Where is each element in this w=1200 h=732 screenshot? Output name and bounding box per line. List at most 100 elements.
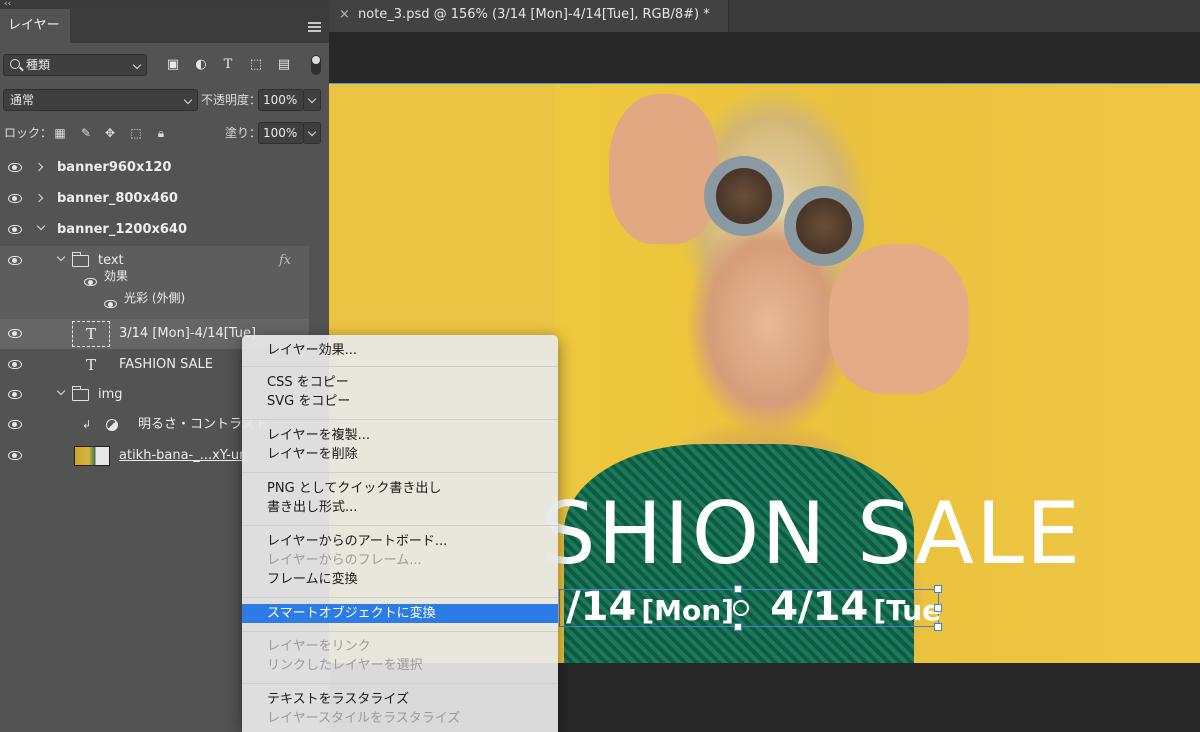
close-icon[interactable]: ×: [339, 0, 350, 30]
menu-item-layer-effects[interactable]: レイヤー効果...: [242, 341, 558, 360]
effects-eye-icon[interactable]: [84, 278, 97, 286]
layer-name: banner_1200x640: [57, 222, 188, 237]
text-layer-icon: T: [86, 356, 97, 374]
date-end: 4/14: [770, 584, 869, 630]
menu-item-convert-to-smart-object[interactable]: スマートオブジェクトに変換: [242, 604, 558, 623]
chevron-right-icon[interactable]: [34, 193, 44, 203]
visibility-eye-icon[interactable]: [8, 194, 22, 203]
visibility-eye-icon[interactable]: [8, 390, 22, 399]
folder-icon: [71, 386, 89, 401]
layer-name: banner_800x460: [57, 191, 178, 206]
visibility-eye-icon[interactable]: [8, 360, 22, 369]
date-start-day: [Mon]: [641, 594, 735, 627]
menu-item-select-linked-layers: リンクしたレイヤーを選択: [267, 658, 423, 673]
effect-eye-icon[interactable]: [104, 300, 117, 308]
menu-item-artboard-from-layers[interactable]: レイヤーからのアートボード...: [242, 532, 558, 551]
menu-separator: [242, 366, 558, 367]
transform-handle[interactable]: [734, 585, 742, 593]
chevron-down-icon[interactable]: [56, 386, 66, 396]
anchor-point-icon[interactable]: [733, 600, 749, 616]
lock-image-icon[interactable]: ✎: [79, 126, 93, 140]
menu-item-duplicate-layer[interactable]: レイヤーを複製...: [242, 426, 558, 445]
transform-handle[interactable]: [934, 623, 942, 631]
filter-kind-select[interactable]: 種類: [3, 54, 147, 76]
lock-label: ロック：: [4, 126, 53, 140]
date-start: /14: [566, 584, 637, 630]
layer-name: 3/14 [Mon]-4/14[Tue]: [119, 326, 257, 341]
menu-item-copy-svg[interactable]: SVG をコピー: [242, 392, 558, 411]
lock-artboard-icon[interactable]: ⬚: [129, 126, 143, 140]
document-tab[interactable]: × note_3.psd @ 156% (3/14 [Mon]-4/14[Tue…: [329, 0, 729, 32]
chevron-right-icon[interactable]: [34, 162, 44, 172]
menu-separator: [242, 419, 558, 420]
canvas-headline[interactable]: SHION SALE: [541, 484, 1082, 584]
layer-filter-row: 種類 ▣ ◐ T ⬚ ▤: [0, 53, 329, 79]
menu-item-export-as[interactable]: 書き出し形式...: [242, 498, 558, 517]
filter-kind-value: 種類: [26, 58, 51, 72]
photo-glasses-right: [784, 186, 864, 266]
image-filter-icon[interactable]: ▣: [165, 57, 181, 73]
fx-icon[interactable]: fx: [279, 246, 291, 276]
transform-handle[interactable]: [934, 585, 942, 593]
transform-handle[interactable]: [934, 604, 942, 612]
transform-handle[interactable]: [734, 623, 742, 631]
photo-glasses-left: [704, 156, 784, 236]
menu-item-convert-to-frame[interactable]: フレームに変換: [242, 570, 558, 589]
visibility-eye-icon[interactable]: [8, 163, 22, 172]
menu-item-rasterize-type[interactable]: テキストをラスタライズ: [242, 690, 558, 709]
menu-item-rasterize-layer-style: レイヤースタイルをラスタライズ: [267, 711, 461, 726]
chevron-down-icon: [132, 60, 142, 70]
menu-item-delete-layer[interactable]: レイヤーを削除: [242, 445, 558, 464]
layer-name: img: [98, 387, 123, 402]
search-icon: [10, 59, 20, 69]
panel-tab-bar: レイヤー: [0, 9, 329, 43]
blend-mode-value: 通常: [10, 93, 35, 107]
fill-label: 塗り：: [225, 126, 262, 140]
effect-name: 光彩 (外側): [124, 291, 186, 305]
image-thumbnail: [74, 446, 110, 466]
filter-toggle[interactable]: [311, 55, 321, 75]
opacity-field[interactable]: 100%: [258, 89, 304, 111]
photo-hand-left: [609, 94, 719, 244]
shape-filter-icon[interactable]: ⬚: [248, 57, 264, 73]
lock-transparent-icon[interactable]: ▦: [53, 126, 67, 140]
chevron-down-icon[interactable]: [56, 252, 66, 262]
visibility-eye-icon[interactable]: [8, 420, 22, 429]
layer-row-group-text[interactable]: text fx 効果 光彩 (外側): [0, 246, 309, 320]
opacity-dropdown[interactable]: [303, 89, 321, 111]
blend-mode-select[interactable]: 通常: [3, 89, 198, 111]
chevron-down-icon[interactable]: [36, 221, 46, 231]
document-tab-bar: × note_3.psd @ 156% (3/14 [Mon]-4/14[Tue…: [329, 0, 1200, 32]
visibility-eye-icon[interactable]: [8, 225, 22, 234]
panel-menu-icon[interactable]: [308, 22, 321, 32]
type-filter-icon[interactable]: T: [220, 57, 236, 73]
menu-separator: [242, 631, 558, 632]
visibility-eye-icon[interactable]: [8, 256, 22, 265]
layer-name: banner960x120: [57, 160, 172, 175]
visibility-eye-icon[interactable]: [8, 451, 22, 460]
menu-item-quick-export-png[interactable]: PNG としてクイック書き出し: [242, 479, 558, 498]
adjustment-filter-icon[interactable]: ◐: [193, 57, 209, 73]
canvas-date-text[interactable]: /14 [Mon] 4/14 [Tue: [566, 584, 942, 630]
opacity-label: 不透明度：: [201, 93, 262, 107]
brightness-contrast-icon: [106, 419, 118, 431]
menu-item-copy-css[interactable]: CSS をコピー: [242, 373, 558, 392]
layer-row[interactable]: banner_800x460: [0, 184, 309, 214]
lock-all-icon[interactable]: 🔒︎: [154, 126, 168, 140]
menu-item-frame-from-layers: レイヤーからのフレーム...: [267, 553, 422, 568]
layer-row[interactable]: banner960x120: [0, 153, 309, 183]
layer-name: FASHION SALE: [119, 357, 213, 372]
tab-layers[interactable]: レイヤー: [0, 9, 70, 43]
lock-position-icon[interactable]: ✥: [103, 126, 117, 140]
date-end-day: [Tue: [873, 594, 942, 627]
menu-item-link-layers: レイヤーをリンク: [267, 639, 371, 654]
menu-separator: [242, 472, 558, 473]
fill-field[interactable]: 100%: [258, 122, 304, 144]
layer-row[interactable]: banner_1200x640: [0, 215, 309, 245]
menu-separator: [242, 525, 558, 526]
smart-object-filter-icon[interactable]: ▤: [276, 57, 292, 73]
panel-collapse-button[interactable]: ‹‹: [0, 0, 329, 9]
lock-row: ロック： ▦ ✎ ✥ ⬚ 🔒︎ 塗り： 100%: [0, 122, 329, 146]
fill-dropdown[interactable]: [303, 122, 321, 144]
visibility-eye-icon[interactable]: [8, 329, 22, 338]
